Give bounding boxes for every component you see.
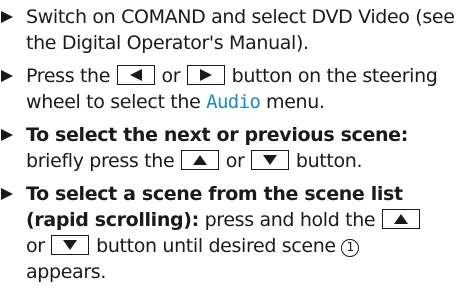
left-button-key	[116, 65, 155, 85]
step-text: button.	[295, 150, 363, 172]
step-text: Switch on COMAND and select DVD Video (s…	[26, 6, 455, 54]
step-bullet-icon	[0, 181, 20, 207]
step-bullet-icon	[0, 122, 20, 148]
arrow-right-icon	[199, 69, 212, 81]
step-bullet-icon	[0, 63, 20, 89]
step-item: Switch on COMAND and select DVD Video (s…	[0, 4, 463, 56]
arrow-left-icon	[129, 69, 142, 81]
callout-number: 1	[341, 239, 360, 257]
step-item: To select a scene from the scene list (r…	[0, 181, 463, 285]
step-item: To select the next or previous scene: br…	[0, 122, 463, 174]
right-button-key	[186, 65, 225, 85]
instruction-list: Switch on COMAND and select DVD Video (s…	[0, 4, 463, 292]
step-text-end: appears.	[26, 261, 107, 283]
step-item: Press the or button on the steering whee…	[0, 63, 463, 115]
display-menu-name: Audio	[206, 91, 261, 113]
step-bullet-icon	[0, 4, 20, 30]
connector-text: or	[26, 235, 45, 257]
down-button-key	[51, 235, 90, 255]
connector-text: or	[225, 150, 245, 172]
step-text-end: menu.	[266, 91, 325, 113]
step-text: briefly press the	[26, 150, 175, 172]
connector-text: or	[161, 65, 181, 87]
step-text: press and hold the	[204, 209, 376, 231]
step-text: Press the	[26, 65, 111, 87]
step-heading: To select the next or previous scene:	[26, 124, 408, 146]
step-text: button until desired scene	[96, 235, 336, 257]
arrow-down-icon	[63, 240, 78, 250]
up-button-key	[181, 150, 220, 170]
arrow-up-icon	[393, 214, 408, 224]
down-button-key	[251, 150, 290, 170]
arrow-down-icon	[263, 155, 278, 165]
up-button-key	[381, 209, 420, 229]
arrow-up-icon	[193, 155, 208, 165]
